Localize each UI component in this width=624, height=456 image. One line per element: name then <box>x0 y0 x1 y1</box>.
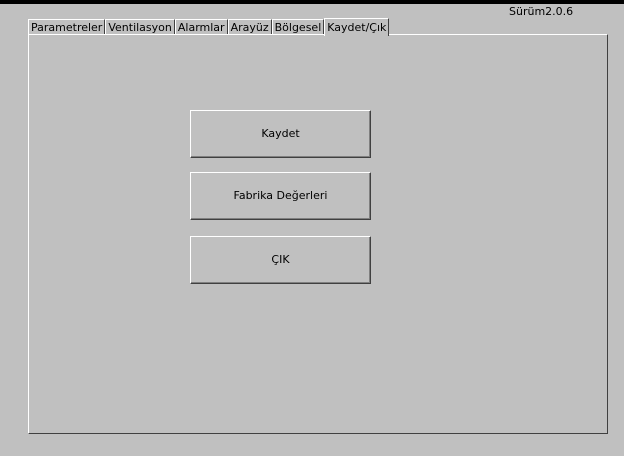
exit-button[interactable]: ÇIK <box>190 236 371 284</box>
factory-defaults-button[interactable]: Fabrika Değerleri <box>190 172 371 220</box>
tab-bar: Parametreler Ventilasyon Alarmlar Arayüz… <box>28 17 390 36</box>
tab-alarmlar[interactable]: Alarmlar <box>174 19 228 35</box>
tab-ventilasyon[interactable]: Ventilasyon <box>105 19 175 35</box>
tab-panel: Kaydet Fabrika Değerleri ÇIK <box>28 34 608 434</box>
version-label: Sürüm2.0.6 <box>509 5 574 18</box>
tab-kaydet-cik[interactable]: Kaydet/Çık <box>324 18 390 36</box>
tab-parametreler[interactable]: Parametreler <box>28 19 106 35</box>
tab-bolgesel[interactable]: Bölgesel <box>271 19 325 35</box>
top-border <box>0 0 624 4</box>
save-button[interactable]: Kaydet <box>190 110 371 158</box>
tab-arayuz[interactable]: Arayüz <box>227 19 272 35</box>
